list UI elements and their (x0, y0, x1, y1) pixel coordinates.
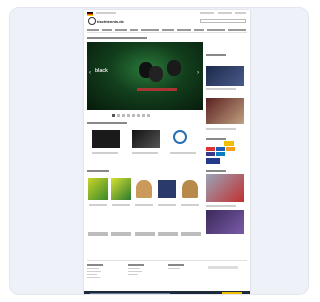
promo-caption (132, 152, 158, 154)
product-image[interactable] (136, 180, 152, 198)
nav-item[interactable] (228, 29, 246, 31)
product-image[interactable] (158, 180, 176, 198)
hero-banner-strip (137, 88, 177, 91)
nav-item[interactable] (115, 29, 127, 31)
slider-dot[interactable] (142, 114, 145, 117)
de-flag-icon[interactable] (87, 12, 93, 16)
nav-item[interactable] (130, 29, 138, 31)
promo-image[interactable] (173, 130, 187, 144)
footer-divider (87, 260, 247, 261)
payment-icon (216, 152, 225, 156)
add-to-cart-button[interactable] (135, 232, 155, 236)
search-input[interactable] (200, 19, 246, 23)
sidebar-caption (206, 88, 236, 90)
top-link-bar[interactable] (96, 12, 116, 14)
hero-headline: black (95, 68, 108, 74)
footer-link[interactable] (87, 274, 97, 276)
sidebar-title (206, 170, 226, 172)
footer-heading (128, 264, 144, 266)
cookie-accept-button[interactable] (222, 292, 242, 294)
slider-dot[interactable] (122, 114, 125, 117)
site-logo[interactable]: tischtennis.de (88, 17, 124, 25)
slider-dot[interactable] (127, 114, 130, 117)
footer-link[interactable] (87, 271, 101, 273)
cookie-text (90, 293, 170, 294)
payment-icon (206, 147, 215, 151)
add-to-cart-button[interactable] (88, 232, 108, 236)
payment-icon (224, 141, 234, 146)
payment-icon (206, 152, 215, 156)
section-title (87, 170, 109, 172)
footer-heading (168, 264, 184, 266)
nav-item[interactable] (177, 29, 191, 31)
nav-item[interactable] (194, 29, 204, 31)
sidebar-banner[interactable] (206, 210, 244, 234)
slider-dot[interactable] (137, 114, 140, 117)
footer-link[interactable] (168, 268, 180, 270)
hero-title (87, 37, 147, 39)
next-arrow-icon[interactable]: › (197, 70, 199, 76)
logo-text: tischtennis.de (97, 18, 124, 24)
sidebar-banner[interactable] (206, 174, 244, 202)
nav-divider (87, 32, 247, 33)
paddle-image (149, 66, 163, 82)
footer-link[interactable] (128, 274, 138, 276)
product-name (89, 204, 107, 206)
footer-link[interactable] (128, 271, 142, 273)
section-title (87, 122, 127, 124)
newsletter-input[interactable] (208, 266, 238, 269)
nav-item[interactable] (141, 29, 159, 31)
product-name (181, 204, 199, 206)
product-image[interactable] (111, 178, 131, 200)
footer-link[interactable] (87, 277, 100, 279)
promo-caption (92, 152, 118, 154)
hero-slider[interactable]: black ‹ › (87, 42, 203, 110)
product-name (135, 204, 153, 206)
nav-item[interactable] (87, 29, 99, 31)
add-to-cart-button[interactable] (158, 232, 178, 236)
sidebar-title (206, 54, 226, 56)
cookie-banner (84, 291, 250, 294)
payment-title (206, 138, 226, 140)
slider-dot[interactable] (147, 114, 150, 117)
slider-dots (112, 114, 150, 117)
cart-link[interactable] (235, 12, 246, 14)
product-name (112, 204, 130, 206)
promo-caption (170, 152, 196, 154)
slider-dot[interactable] (117, 114, 120, 117)
nav-item[interactable] (162, 29, 174, 31)
slider-dot[interactable] (112, 114, 115, 117)
paddle-image (167, 60, 181, 76)
payment-icon (216, 147, 225, 151)
footer-link[interactable] (128, 268, 140, 270)
webpage: tischtennis.de black ‹ › (84, 10, 250, 294)
account-link[interactable] (200, 12, 214, 14)
footer-link[interactable] (87, 268, 99, 270)
payment-icon (226, 147, 235, 151)
trust-badge (206, 158, 220, 164)
slider-dot[interactable] (132, 114, 135, 117)
sidebar-banner[interactable] (206, 98, 244, 124)
browser-card: tischtennis.de black ‹ › (9, 7, 309, 295)
tt-logo-icon (88, 17, 96, 25)
promo-image[interactable] (92, 130, 120, 148)
wishlist-link[interactable] (218, 12, 232, 14)
product-name (158, 204, 176, 206)
add-to-cart-button[interactable] (111, 232, 131, 236)
product-image[interactable] (88, 178, 108, 200)
sidebar-caption (206, 128, 236, 130)
sidebar-banner[interactable] (206, 66, 244, 86)
prev-arrow-icon[interactable]: ‹ (89, 70, 91, 76)
nav-item[interactable] (207, 29, 225, 31)
add-to-cart-button[interactable] (181, 232, 201, 236)
footer-heading (87, 264, 103, 266)
nav-item[interactable] (102, 29, 112, 31)
promo-image[interactable] (132, 130, 160, 148)
product-image[interactable] (182, 180, 198, 198)
sidebar-caption (206, 205, 236, 207)
